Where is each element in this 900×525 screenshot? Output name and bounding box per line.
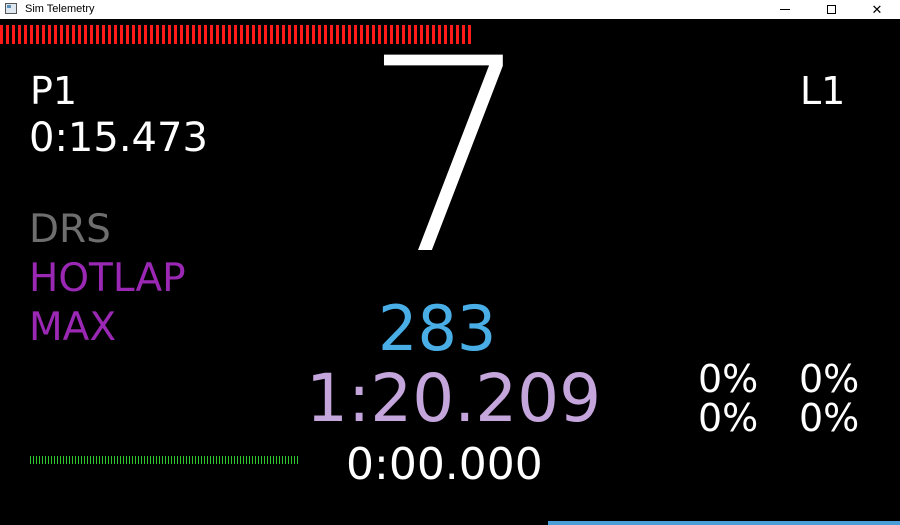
tyre-wear-rear-right: 0% [799,396,860,440]
maximize-button[interactable] [808,0,854,19]
race-position: P1 [30,69,78,113]
gear-indicator: 7 [362,2,533,314]
minimize-button[interactable] [762,0,808,19]
close-icon: ✕ [871,1,883,17]
lap-number: L1 [800,69,846,113]
app-window-icon [5,3,17,14]
current-lap-time: 0:15.473 [29,115,208,161]
minimize-icon [780,9,790,10]
tyre-wear-front-right: 0% [799,357,860,401]
max-indicator: MAX [29,305,117,350]
close-button[interactable]: ✕ [854,0,900,19]
best-lap-time: 1:20.209 [306,360,602,437]
fuel-level-bar [30,456,298,464]
tyre-wear-rear-left: 0% [698,396,759,440]
maximize-icon [826,5,836,14]
tyre-wear-front-left: 0% [698,357,759,401]
taskbar-edge [548,521,900,525]
window-title: Sim Telemetry [25,3,95,15]
drs-indicator: DRS [29,207,111,252]
speed-readout: 283 [378,292,497,365]
hotlap-indicator: HOTLAP [29,256,186,301]
delta-time: 0:00.000 [346,439,543,490]
